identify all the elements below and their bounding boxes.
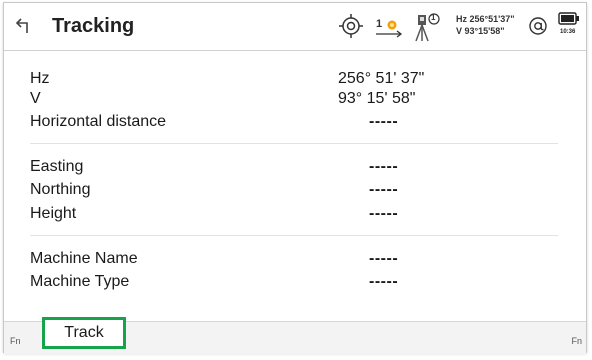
height-label: Height xyxy=(30,205,77,222)
machine-type-label: Machine Type xyxy=(30,273,130,290)
height-value: ----- xyxy=(369,205,399,222)
hz-label: Hz xyxy=(30,70,50,87)
hz-value: 256° 51' 37" xyxy=(338,70,425,87)
measure-mode-icon xyxy=(376,20,403,38)
machine-name-label: Machine Name xyxy=(30,250,138,267)
prism-target-icon[interactable] xyxy=(338,13,364,39)
v-readout: V 93°15'58" xyxy=(456,26,505,36)
instrument-status[interactable]: 1 xyxy=(410,11,442,43)
device-frame: Tracking 1 1 Hz 256°51'37" V 93°15'58" 1… xyxy=(0,0,592,360)
page-title: Tracking xyxy=(52,15,135,37)
northing-value: ----- xyxy=(369,181,399,198)
v-value: 93° 15' 58" xyxy=(338,90,416,107)
clock-time: 10:36 xyxy=(560,29,576,35)
machine-name-value: ----- xyxy=(369,250,399,267)
at-connection-icon[interactable] xyxy=(528,16,548,36)
machine-type-value: ----- xyxy=(369,273,399,290)
instrument-face-label: 1 xyxy=(431,13,436,22)
back-button[interactable] xyxy=(12,13,36,37)
easting-value: ----- xyxy=(369,158,399,175)
horizontal-distance-value: ----- xyxy=(369,113,399,130)
back-arrow-icon xyxy=(15,18,28,33)
fn-key-right[interactable]: Fn xyxy=(571,336,582,346)
northing-label: Northing xyxy=(30,181,91,198)
softkey-bar: Fn Track Fn xyxy=(4,317,586,354)
header-bar: Tracking 1 1 Hz 256°51'37" V 93°15'58" 1… xyxy=(4,3,586,51)
section-divider xyxy=(30,143,558,144)
measure-mode-indicator[interactable]: 1 xyxy=(374,14,404,40)
easting-label: Easting xyxy=(30,158,84,175)
horizontal-distance-label: Horizontal distance xyxy=(30,113,167,130)
battery-icon[interactable] xyxy=(558,12,580,26)
instrument-screen: Tracking 1 1 Hz 256°51'37" V 93°15'58" 1… xyxy=(3,2,587,354)
section-divider xyxy=(30,235,558,236)
v-label: V xyxy=(30,90,41,107)
track-softkey[interactable]: Track xyxy=(42,317,126,349)
fn-key-left[interactable]: Fn xyxy=(10,336,21,346)
total-station-icon xyxy=(415,13,440,42)
hz-readout: Hz 256°51'37" xyxy=(456,14,515,24)
